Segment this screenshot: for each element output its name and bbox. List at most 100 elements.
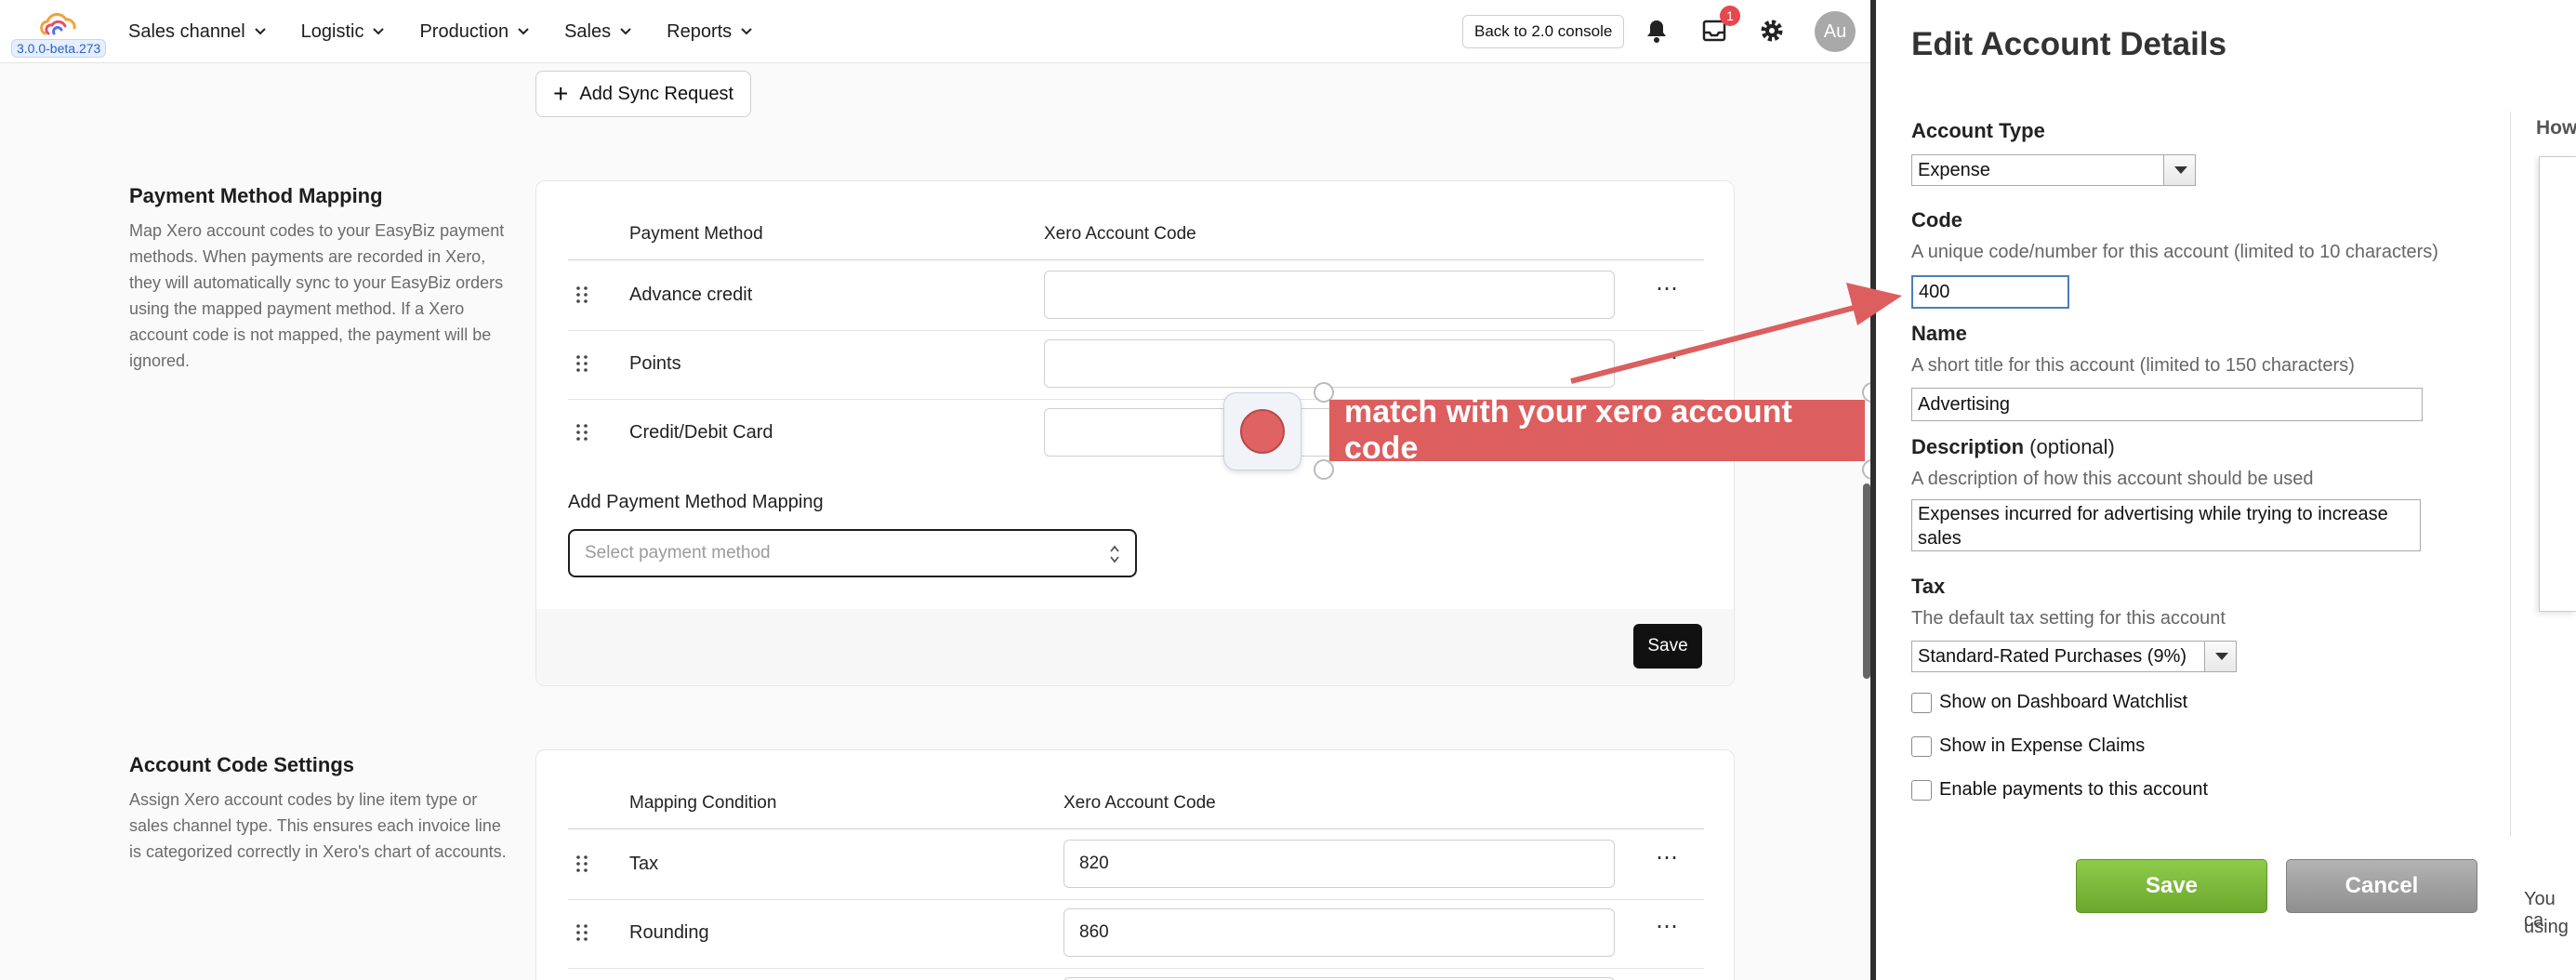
code-input[interactable]: 400 xyxy=(1911,275,2069,309)
column-header-mapping-condition: Mapping Condition xyxy=(629,793,777,813)
tax-label: Tax xyxy=(1911,575,1946,598)
menu-production[interactable]: Production xyxy=(419,21,529,43)
dropdown-arrow-icon[interactable] xyxy=(2163,155,2195,185)
row-label-advance-credit: Advance credit xyxy=(629,285,753,305)
menu-label: Logistic xyxy=(300,20,364,42)
drag-handle-icon[interactable] xyxy=(575,854,588,873)
row-divider xyxy=(568,899,1704,900)
xero-code-input-rounding[interactable]: 860 xyxy=(1063,908,1615,957)
menu-label: Reports xyxy=(667,20,733,42)
checkbox-box[interactable] xyxy=(1911,735,1932,757)
top-navigation: 3.0.0-beta.273 Sales channel Logistic Pr… xyxy=(0,0,1870,63)
row-label-points: Points xyxy=(629,353,681,374)
chevron-down-icon xyxy=(741,28,752,35)
help-preview-card xyxy=(2539,156,2576,612)
chevron-down-icon xyxy=(518,28,529,35)
checkbox-label: Show on Dashboard Watchlist xyxy=(1939,692,2188,712)
add-sync-label: Add Sync Request xyxy=(579,83,734,104)
help-heading: How xyxy=(2536,117,2576,139)
add-payment-mapping-label: Add Payment Method Mapping xyxy=(568,492,824,512)
name-hint: A short title for this account (limited … xyxy=(1911,355,2355,376)
menu-label: Production xyxy=(419,20,509,42)
drag-handle-icon[interactable] xyxy=(575,354,588,373)
row-label-credit-debit-card: Credit/Debit Card xyxy=(629,422,773,443)
more-options-icon[interactable]: ⋯ xyxy=(1656,847,1679,869)
account-type-label: Account Type xyxy=(1911,119,2045,142)
checkbox-label: Enable payments to this account xyxy=(1939,779,2209,800)
account-code-description: Assign Xero account codes by line item t… xyxy=(129,790,507,861)
payment-mapping-description: Map Xero account codes to your EasyBiz p… xyxy=(129,221,505,370)
checkbox-dashboard-watchlist[interactable]: Show on Dashboard Watchlist xyxy=(1911,692,2187,713)
record-dot-icon xyxy=(1240,409,1285,454)
chevron-down-icon xyxy=(373,28,385,35)
account-type-value: Expense xyxy=(1918,159,1990,180)
xero-code-input-points[interactable] xyxy=(1044,339,1615,388)
more-options-icon[interactable]: ⋯ xyxy=(1656,347,1679,369)
dropdown-arrow-icon[interactable] xyxy=(2204,642,2236,671)
tax-hint: The default tax setting for this account xyxy=(1911,608,2226,629)
drag-handle-icon[interactable] xyxy=(575,423,588,442)
menu-logistic[interactable]: Logistic xyxy=(301,21,385,43)
name-input[interactable]: Advertising xyxy=(1911,388,2423,421)
description-hint: A description of how this account should… xyxy=(1911,469,2314,489)
bell-icon[interactable] xyxy=(1643,17,1671,45)
chevron-down-icon xyxy=(620,28,631,35)
back-to-console-button[interactable]: Back to 2.0 console xyxy=(1462,15,1625,48)
tax-select[interactable]: Standard-Rated Purchases (9%) xyxy=(1911,641,2237,672)
payment-method-select[interactable]: Select payment method xyxy=(568,529,1137,577)
account-code-card: Mapping Condition Xero Account Code Tax … xyxy=(535,749,1735,980)
account-type-select[interactable]: Expense xyxy=(1911,154,2196,186)
optional-tag: (optional) xyxy=(2029,435,2115,458)
payment-mapping-save-button[interactable]: Save xyxy=(1633,624,1702,669)
gear-icon[interactable] xyxy=(1758,17,1786,45)
add-sync-request-button[interactable]: + Add Sync Request xyxy=(535,71,752,117)
payment-mapping-title: Payment Method Mapping xyxy=(129,184,383,207)
more-options-icon[interactable]: ⋯ xyxy=(1656,278,1679,300)
name-label: Name xyxy=(1911,322,1967,345)
plus-icon: + xyxy=(553,79,569,108)
drag-handle-icon[interactable] xyxy=(575,923,588,942)
checkbox-box[interactable] xyxy=(1911,779,1932,801)
version-badge: 3.0.0-beta.273 xyxy=(11,39,107,58)
row-label-rounding: Rounding xyxy=(629,922,709,943)
description-label: Description (optional) xyxy=(1911,435,2115,459)
account-code-title: Account Code Settings xyxy=(129,753,355,776)
row-divider xyxy=(568,330,1704,331)
column-header-payment-method: Payment Method xyxy=(629,224,763,244)
menu-reports[interactable]: Reports xyxy=(667,21,752,43)
menu-sales-channel[interactable]: Sales channel xyxy=(128,21,266,43)
menu-sales[interactable]: Sales xyxy=(564,21,631,43)
cloud-logo-icon[interactable] xyxy=(37,13,82,39)
main-menu: Sales channel Logistic Production Sales … xyxy=(128,0,752,63)
record-step-marker[interactable] xyxy=(1223,392,1301,470)
code-hint: A unique code/number for this account (l… xyxy=(1911,242,2438,262)
card-footer: Save xyxy=(536,609,1734,685)
description-label-text: Description xyxy=(1911,435,2025,458)
chevron-up-down-icon xyxy=(1110,545,1119,563)
easybiz-app: 3.0.0-beta.273 Sales channel Logistic Pr… xyxy=(0,0,1870,980)
code-label: Code xyxy=(1911,208,1962,232)
more-options-icon[interactable]: ⋯ xyxy=(1656,916,1679,938)
xero-code-input-tax[interactable]: 820 xyxy=(1063,840,1615,888)
tax-value: Standard-Rated Purchases (9%) xyxy=(1918,645,2187,667)
annotation-callout: match with your xero account code xyxy=(1329,394,1865,466)
chevron-down-icon xyxy=(254,28,266,35)
inbox-badge: 1 xyxy=(1720,6,1740,26)
column-header-xero-code: Xero Account Code xyxy=(1063,793,1216,813)
drag-handle-icon[interactable] xyxy=(575,285,588,304)
checkbox-expense-claims[interactable]: Show in Expense Claims xyxy=(1911,735,2145,757)
checkbox-label: Show in Expense Claims xyxy=(1939,735,2146,756)
resize-handle[interactable] xyxy=(1314,459,1334,480)
xero-code-input-advance-credit[interactable] xyxy=(1044,271,1615,319)
checkbox-enable-payments[interactable]: Enable payments to this account xyxy=(1911,779,2208,801)
account-save-button[interactable]: Save xyxy=(2076,859,2267,913)
avatar[interactable]: Au xyxy=(1815,11,1856,52)
row-label-tax: Tax xyxy=(629,854,659,874)
description-textarea[interactable]: Expenses incurred for advertising while … xyxy=(1911,499,2421,551)
edit-account-panel: Edit Account Details Account Type Expens… xyxy=(1870,0,2576,980)
scrollbar-thumb[interactable] xyxy=(1863,483,1870,679)
column-header-xero-code: Xero Account Code xyxy=(1044,224,1196,244)
menu-label: Sales xyxy=(564,20,612,42)
checkbox-box[interactable] xyxy=(1911,692,1932,713)
account-cancel-button[interactable]: Cancel xyxy=(2286,859,2477,913)
